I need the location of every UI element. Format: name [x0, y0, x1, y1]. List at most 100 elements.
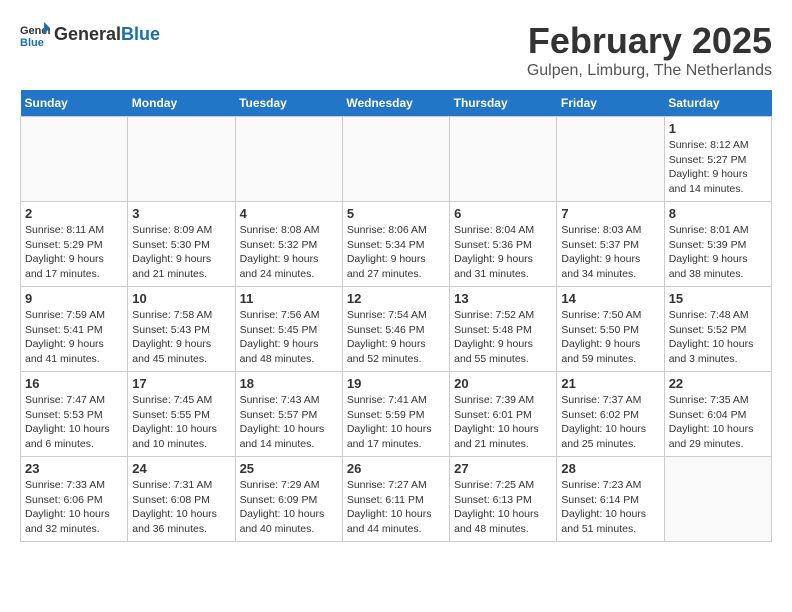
day-cell: 22 Sunrise: 7:35 AM Sunset: 6:04 PM Dayli…: [664, 372, 771, 457]
day-cell: 14Sunrise: 7:50 AM Sunset: 5:50 PM Dayli…: [557, 287, 664, 372]
logo-icon: General Blue: [20, 20, 50, 50]
day-cell: 1 Sunrise: 8:12 AM Sunset: 5:27 PM Daylig…: [664, 117, 771, 202]
week-row-1: 1 Sunrise: 8:12 AM Sunset: 5:27 PM Daylig…: [21, 117, 772, 202]
day-header-sunday: Sunday: [21, 90, 128, 117]
day-info: Sunrise: 7:23 AM Sunset: 6:14 PM Dayligh…: [561, 478, 659, 537]
day-info: Sunrise: 8:09 AM Sunset: 5:30 PM Dayligh…: [132, 223, 230, 282]
logo: General Blue GeneralBlue: [20, 20, 160, 50]
day-cell: 26 Sunrise: 7:27 AM Sunset: 6:11 PM Dayli…: [342, 457, 449, 542]
day-info: Sunrise: 7:52 AM Sunset: 5:48 PM Dayligh…: [454, 308, 552, 367]
day-info: Sunrise: 8:03 AM Sunset: 5:37 PM Dayligh…: [561, 223, 659, 282]
day-cell: 11Sunrise: 7:56 AM Sunset: 5:45 PM Dayli…: [235, 287, 342, 372]
day-cell: 23 Sunrise: 7:33 AM Sunset: 6:06 PM Dayli…: [21, 457, 128, 542]
day-number: 2: [25, 206, 123, 221]
day-cell: 17 Sunrise: 7:45 AM Sunset: 5:55 PM Dayli…: [128, 372, 235, 457]
day-cell: 9 Sunrise: 7:59 AM Sunset: 5:41 PM Daylig…: [21, 287, 128, 372]
day-number: 24: [132, 461, 230, 476]
day-cell: 4 Sunrise: 8:08 AM Sunset: 5:32 PM Daylig…: [235, 202, 342, 287]
day-cell: 13 Sunrise: 7:52 AM Sunset: 5:48 PM Dayli…: [450, 287, 557, 372]
day-number: 5: [347, 206, 445, 221]
day-number: 25: [240, 461, 338, 476]
day-info: Sunrise: 7:48 AM Sunset: 5:52 PM Dayligh…: [669, 308, 767, 367]
day-number: 10: [132, 291, 230, 306]
day-info: Sunrise: 7:54 AM Sunset: 5:46 PM Dayligh…: [347, 308, 445, 367]
day-cell: 2 Sunrise: 8:11 AM Sunset: 5:29 PM Daylig…: [21, 202, 128, 287]
day-info: Sunrise: 7:35 AM Sunset: 6:04 PM Dayligh…: [669, 393, 767, 452]
day-cell: [128, 117, 235, 202]
day-cell: [450, 117, 557, 202]
day-cell: 15 Sunrise: 7:48 AM Sunset: 5:52 PM Dayli…: [664, 287, 771, 372]
day-cell: [235, 117, 342, 202]
day-cell: 21 Sunrise: 7:37 AM Sunset: 6:02 PM Dayli…: [557, 372, 664, 457]
day-number: 13: [454, 291, 552, 306]
day-info: Sunrise: 7:39 AM Sunset: 6:01 PM Dayligh…: [454, 393, 552, 452]
calendar-subtitle: Gulpen, Limburg, The Netherlands: [527, 62, 772, 80]
day-header-friday: Friday: [557, 90, 664, 117]
day-number: 18: [240, 376, 338, 391]
day-info: Sunrise: 7:41 AM Sunset: 5:59 PM Dayligh…: [347, 393, 445, 452]
day-info: Sunrise: 7:31 AM Sunset: 6:08 PM Dayligh…: [132, 478, 230, 537]
day-number: 28: [561, 461, 659, 476]
day-header-thursday: Thursday: [450, 90, 557, 117]
day-number: 16: [25, 376, 123, 391]
day-info: Sunrise: 8:08 AM Sunset: 5:32 PM Dayligh…: [240, 223, 338, 282]
logo-blue-text: Blue: [121, 24, 160, 44]
day-number: 15: [669, 291, 767, 306]
day-number: 21: [561, 376, 659, 391]
day-cell: 5Sunrise: 8:06 AM Sunset: 5:34 PM Daylig…: [342, 202, 449, 287]
day-info: Sunrise: 7:37 AM Sunset: 6:02 PM Dayligh…: [561, 393, 659, 452]
day-number: 9: [25, 291, 123, 306]
day-number: 6: [454, 206, 552, 221]
day-cell: 7 Sunrise: 8:03 AM Sunset: 5:37 PM Daylig…: [557, 202, 664, 287]
day-cell: 27 Sunrise: 7:25 AM Sunset: 6:13 PM Dayli…: [450, 457, 557, 542]
day-info: Sunrise: 7:43 AM Sunset: 5:57 PM Dayligh…: [240, 393, 338, 452]
day-info: Sunrise: 7:58 AM Sunset: 5:43 PM Dayligh…: [132, 308, 230, 367]
day-number: 19: [347, 376, 445, 391]
day-cell: 24 Sunrise: 7:31 AM Sunset: 6:08 PM Dayli…: [128, 457, 235, 542]
day-number: 23: [25, 461, 123, 476]
day-number: 1: [669, 121, 767, 136]
day-info: Sunrise: 8:12 AM Sunset: 5:27 PM Dayligh…: [669, 138, 767, 197]
day-cell: [557, 117, 664, 202]
day-cell: 25 Sunrise: 7:29 AM Sunset: 6:09 PM Dayli…: [235, 457, 342, 542]
day-cell: 10 Sunrise: 7:58 AM Sunset: 5:43 PM Dayli…: [128, 287, 235, 372]
day-number: 17: [132, 376, 230, 391]
day-number: 3: [132, 206, 230, 221]
week-row-5: 23 Sunrise: 7:33 AM Sunset: 6:06 PM Dayli…: [21, 457, 772, 542]
day-info: Sunrise: 8:04 AM Sunset: 5:36 PM Dayligh…: [454, 223, 552, 282]
day-number: 7: [561, 206, 659, 221]
day-info: Sunrise: 7:27 AM Sunset: 6:11 PM Dayligh…: [347, 478, 445, 537]
day-number: 4: [240, 206, 338, 221]
day-cell: [664, 457, 771, 542]
day-cell: [21, 117, 128, 202]
day-cell: 8Sunrise: 8:01 AM Sunset: 5:39 PM Daylig…: [664, 202, 771, 287]
day-info: Sunrise: 7:47 AM Sunset: 5:53 PM Dayligh…: [25, 393, 123, 452]
week-row-3: 9 Sunrise: 7:59 AM Sunset: 5:41 PM Daylig…: [21, 287, 772, 372]
day-info: Sunrise: 7:25 AM Sunset: 6:13 PM Dayligh…: [454, 478, 552, 537]
day-cell: 3 Sunrise: 8:09 AM Sunset: 5:30 PM Daylig…: [128, 202, 235, 287]
day-info: Sunrise: 7:33 AM Sunset: 6:06 PM Dayligh…: [25, 478, 123, 537]
day-number: 22: [669, 376, 767, 391]
day-info: Sunrise: 8:11 AM Sunset: 5:29 PM Dayligh…: [25, 223, 123, 282]
day-header-wednesday: Wednesday: [342, 90, 449, 117]
day-info: Sunrise: 7:29 AM Sunset: 6:09 PM Dayligh…: [240, 478, 338, 537]
day-info: Sunrise: 7:56 AM Sunset: 5:45 PM Dayligh…: [240, 308, 338, 367]
day-number: 27: [454, 461, 552, 476]
day-cell: 12 Sunrise: 7:54 AM Sunset: 5:46 PM Dayli…: [342, 287, 449, 372]
day-info: Sunrise: 7:45 AM Sunset: 5:55 PM Dayligh…: [132, 393, 230, 452]
day-number: 26: [347, 461, 445, 476]
logo-general-text: General: [54, 24, 121, 44]
day-cell: 18 Sunrise: 7:43 AM Sunset: 5:57 PM Dayli…: [235, 372, 342, 457]
page-header: General Blue GeneralBlue February 2025 G…: [20, 20, 772, 80]
day-number: 8: [669, 206, 767, 221]
day-cell: 16 Sunrise: 7:47 AM Sunset: 5:53 PM Dayli…: [21, 372, 128, 457]
day-number: 12: [347, 291, 445, 306]
day-headers-row: SundayMondayTuesdayWednesdayThursdayFrid…: [21, 90, 772, 117]
day-header-monday: Monday: [128, 90, 235, 117]
day-cell: [342, 117, 449, 202]
title-area: February 2025 Gulpen, Limburg, The Nethe…: [527, 20, 772, 80]
day-header-saturday: Saturday: [664, 90, 771, 117]
calendar-title: February 2025: [527, 20, 772, 62]
week-row-4: 16 Sunrise: 7:47 AM Sunset: 5:53 PM Dayli…: [21, 372, 772, 457]
day-info: Sunrise: 7:59 AM Sunset: 5:41 PM Dayligh…: [25, 308, 123, 367]
